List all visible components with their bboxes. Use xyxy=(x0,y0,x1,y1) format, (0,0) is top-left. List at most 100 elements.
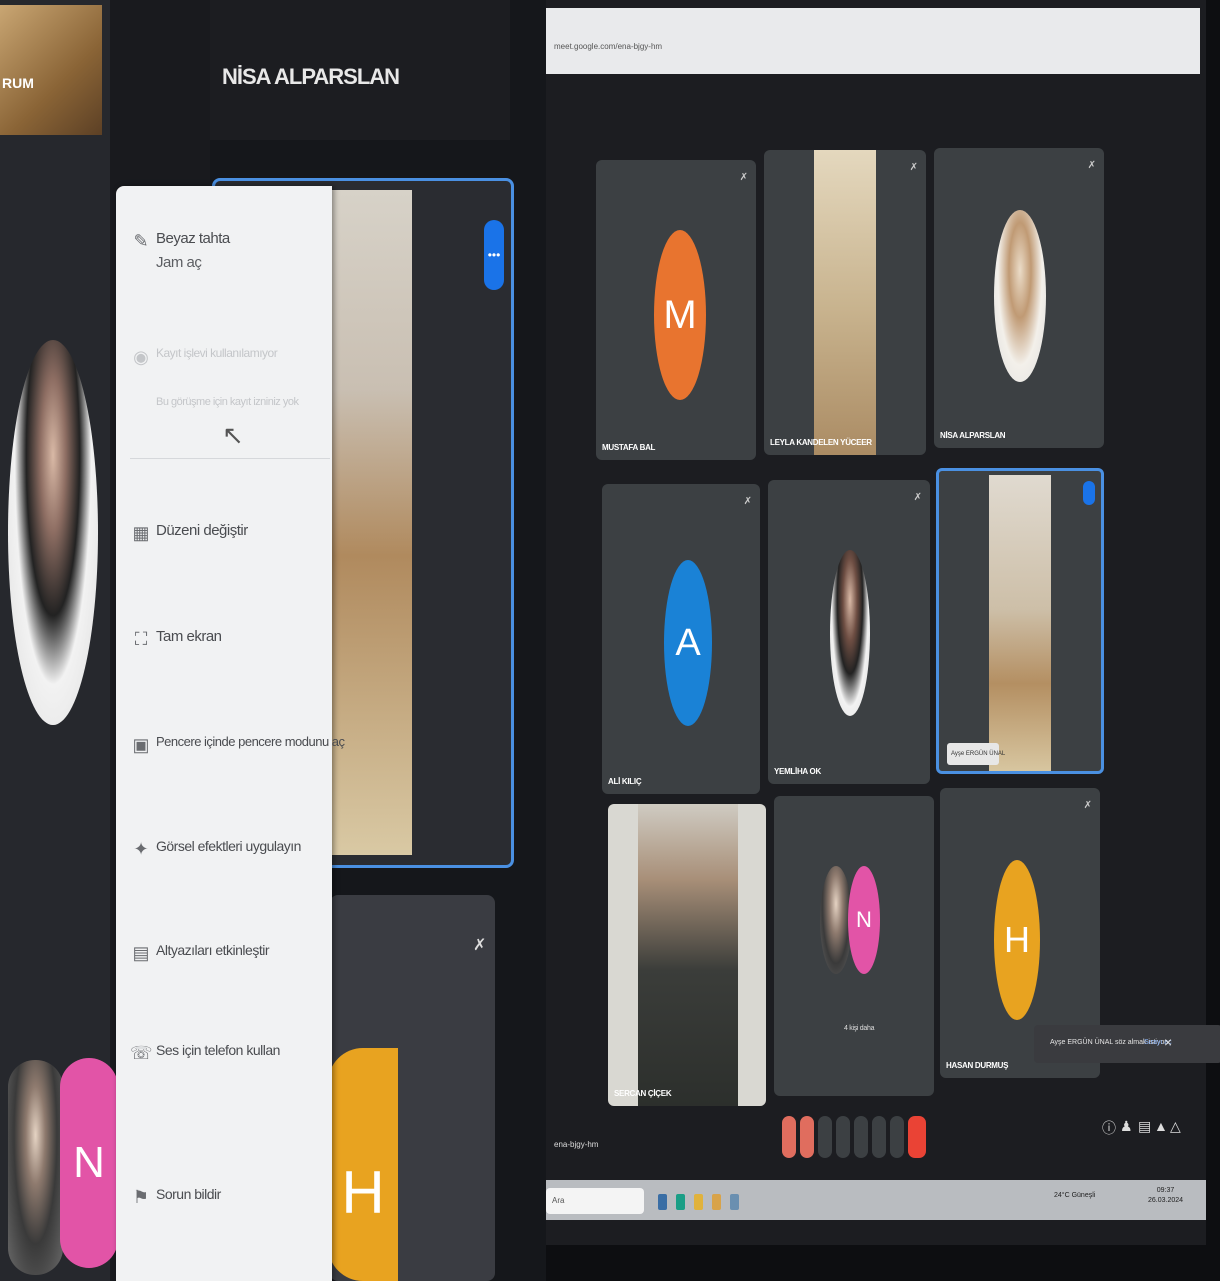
host-controls-icon[interactable]: △ xyxy=(1170,1118,1181,1135)
avatar-a: A xyxy=(664,560,712,726)
participant-avatar-photo xyxy=(830,550,870,716)
participant-video xyxy=(814,150,876,455)
monitor-screen: meet.google.com/ena-bjgy-hm M ✗ MUSTAFA … xyxy=(546,0,1220,1245)
task-view-icon[interactable] xyxy=(658,1194,667,1210)
raise-hand-button[interactable] xyxy=(872,1116,886,1158)
active-speaker-video xyxy=(330,190,412,855)
participant-video xyxy=(638,804,738,1106)
thumbnail-text: RUM xyxy=(2,75,34,91)
participant-avatar-photo xyxy=(8,340,98,725)
zoomed-meeting-view: RUM NİSA ALPARSLAN ••• ✗ H N ✎ Beyaz tah… xyxy=(0,0,546,1281)
menu-item-label: Kayıt işlevi kullanılamıyor xyxy=(156,346,278,360)
raised-hand-notification: Ayşe ERGÜN ÜNAL söz almak istiyor Sırayı… xyxy=(1034,1025,1220,1063)
pencil-icon: ✎ xyxy=(133,231,149,251)
speaking-indicator-icon: ••• xyxy=(484,220,504,290)
camera-button[interactable] xyxy=(800,1116,814,1158)
clock-date: 26.03.2024 xyxy=(1148,1197,1184,1204)
participant-tile[interactable]: ✗ NİSA ALPARSLAN xyxy=(934,148,1104,448)
mic-off-icon: ✗ xyxy=(1083,800,1092,811)
menu-item-label: Sorun bildir xyxy=(156,1186,221,1202)
active-speaker-tile[interactable]: Ayşe ERGÜN ÜNAL xyxy=(936,468,1104,774)
mic-button[interactable] xyxy=(782,1116,796,1158)
participant-name: HASAN DURMUŞ xyxy=(946,1061,1009,1070)
participant-tile[interactable]: N 4 kişi daha xyxy=(774,796,934,1096)
layout-icon: ▦ xyxy=(132,523,150,543)
sparkle-icon: ✦ xyxy=(133,839,149,859)
fullscreen-icon: ⛶ xyxy=(134,629,148,649)
store-icon[interactable] xyxy=(730,1194,739,1210)
menu-item-sublabel: Jam aç xyxy=(156,254,202,271)
meeting-controls-bar: ena-bjgy-hm ⓘ ♟ ▤ ▲ △ xyxy=(546,1100,1200,1170)
present-button[interactable] xyxy=(854,1116,868,1158)
participant-name: SERCAN ÇİÇEK xyxy=(614,1089,672,1098)
avatar-h: H xyxy=(328,1048,398,1281)
menu-item-label: Düzeni değiştir xyxy=(156,522,248,539)
mouse-cursor-icon: ↖ xyxy=(222,420,244,450)
chrome-icon[interactable] xyxy=(712,1194,721,1210)
full-meeting-view: meet.google.com/ena-bjgy-hm M ✗ MUSTAFA … xyxy=(546,0,1220,1281)
menu-divider xyxy=(130,458,330,459)
report-icon: ⚑ xyxy=(132,1187,150,1207)
menu-item-label: Altyazıları etkinleştir xyxy=(156,942,269,958)
browser-address-bar[interactable]: meet.google.com/ena-bjgy-hm xyxy=(546,8,1200,74)
participant-name: NİSA ALPARSLAN xyxy=(222,64,400,89)
windows-taskbar: Ara 24°C Güneşli 09:37 26.03.2024 xyxy=(546,1180,1206,1220)
participant-name: LEYLA KANDELEN YÜCEER xyxy=(770,438,872,447)
menu-item-sublabel: Bu görüşme için kayıt izniniz yok xyxy=(156,396,299,408)
participant-name-badge: Ayşe ERGÜN ÜNAL xyxy=(947,743,1005,765)
mic-off-icon: ✗ xyxy=(1087,160,1096,171)
mic-off-icon: ✗ xyxy=(909,162,918,173)
participant-tile[interactable]: A ✗ ALİ KILIÇ xyxy=(602,484,760,794)
record-icon: ◉ xyxy=(133,347,149,367)
url-text: meet.google.com/ena-bjgy-hm xyxy=(554,42,663,51)
participant-avatar-photo xyxy=(8,1060,63,1275)
taskbar-clock[interactable]: 09:37 26.03.2024 xyxy=(1148,1186,1183,1206)
weather-widget[interactable]: 24°C Güneşli xyxy=(1054,1192,1095,1199)
captions-button[interactable] xyxy=(818,1116,832,1158)
participant-name: NİSA ALPARSLAN xyxy=(940,431,1006,440)
menu-item-label: Pencere içinde pencere modunu aç xyxy=(156,734,345,749)
edge-icon[interactable] xyxy=(676,1194,685,1210)
leave-call-button[interactable] xyxy=(908,1116,926,1158)
meeting-code: ena-bjgy-hm xyxy=(554,1140,599,1149)
picture-in-picture-icon: ▣ xyxy=(132,735,150,755)
more-options-button[interactable] xyxy=(890,1116,904,1158)
participant-tile[interactable]: ✗ LEYLA KANDELEN YÜCEER xyxy=(764,150,926,455)
mic-off-icon: ✗ xyxy=(739,172,748,183)
participant-video-thumbnail: RUM xyxy=(0,5,102,135)
participant-name: YEMLİHA OK xyxy=(774,767,821,776)
participant-tile[interactable]: M ✗ MUSTAFA BAL xyxy=(596,160,756,460)
participant-grid: M ✗ MUSTAFA BAL ✗ LEYLA KANDELEN YÜCEER … xyxy=(592,140,1162,1110)
avatar-m: M xyxy=(654,230,706,400)
menu-item-label: Görsel efektleri uygulayın xyxy=(156,838,301,854)
menu-item-label: Tam ekran xyxy=(156,628,222,645)
participant-name: MUSTAFA BAL xyxy=(602,443,656,452)
participant-tile-nisa[interactable]: NİSA ALPARSLAN xyxy=(210,0,510,140)
people-icon[interactable]: ♟ xyxy=(1120,1118,1133,1135)
more-options-menu: ✎ Beyaz tahta Jam aç ◉ Kayıt işlevi kull… xyxy=(116,186,345,1281)
info-icon[interactable]: ⓘ xyxy=(1102,1118,1116,1138)
participant-tile[interactable]: SERCAN ÇİÇEK xyxy=(608,804,766,1106)
participant-name: ALİ KILIÇ xyxy=(608,777,642,786)
clock-time: 09:37 xyxy=(1156,1187,1175,1194)
close-icon[interactable]: × xyxy=(1164,1034,1172,1050)
emoji-button[interactable] xyxy=(836,1116,850,1158)
participant-avatar-photo xyxy=(994,210,1046,382)
avatar-n: N xyxy=(848,866,880,974)
avatar-n: N xyxy=(60,1058,118,1268)
participant-video xyxy=(989,475,1051,771)
mic-off-icon: ✗ xyxy=(473,937,487,954)
avatar-h: H xyxy=(994,860,1040,1020)
phone-icon: ☏ xyxy=(130,1043,153,1063)
menu-item-label: Ses için telefon kullan xyxy=(156,1042,280,1058)
participant-tile[interactable]: ✗ YEMLİHA OK xyxy=(768,480,930,784)
taskbar-search[interactable]: Ara xyxy=(546,1188,644,1214)
chat-icon[interactable]: ▤ xyxy=(1138,1118,1151,1135)
mic-off-icon: ✗ xyxy=(913,492,922,503)
more-participants-label: 4 kişi daha xyxy=(844,1025,875,1032)
activities-icon[interactable]: ▲ xyxy=(1154,1118,1168,1134)
mic-off-icon: ✗ xyxy=(743,496,752,507)
menu-item-label: Beyaz tahta xyxy=(156,230,230,247)
file-explorer-icon[interactable] xyxy=(694,1194,703,1210)
captions-icon: ▤ xyxy=(132,943,150,963)
